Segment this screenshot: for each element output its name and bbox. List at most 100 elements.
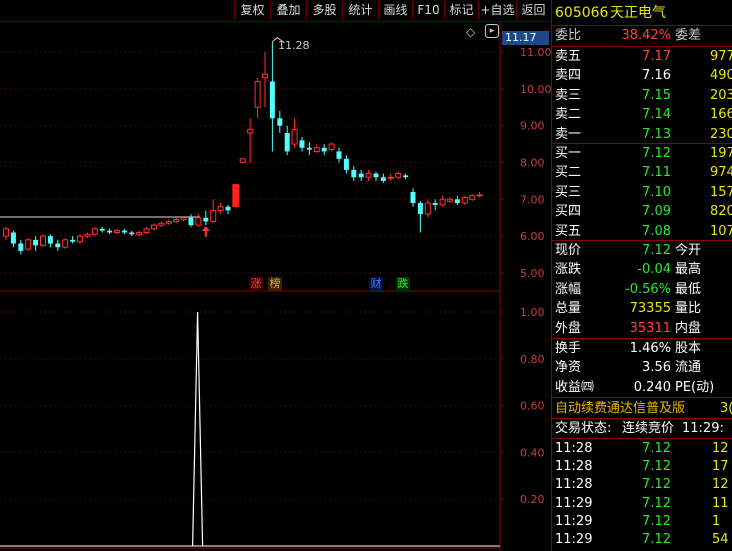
quote-value: -0.56%: [625, 281, 671, 297]
limit-down-marker[interactable]: 跌: [396, 277, 410, 291]
tick-row: 11:29 7.12 11: [552, 494, 732, 513]
ask-row[interactable]: 卖一 7.13 230: [552, 125, 732, 144]
quote-row: 现价 7.12 今开: [552, 241, 732, 260]
price-axis-label: 11.00: [520, 46, 551, 59]
tick-volume: 17: [712, 459, 729, 475]
ask-label: 卖一: [555, 126, 582, 142]
candle-body: [188, 217, 194, 226]
candle-body: [121, 230, 127, 233]
tick-time: 11:29: [555, 532, 593, 547]
price-axis-label: 7.00: [520, 193, 545, 206]
mark-button[interactable]: 标记: [444, 1, 478, 20]
indicator-axis-label: 0.80: [520, 353, 545, 366]
candle-body: [195, 217, 202, 226]
overlay-button[interactable]: 叠加: [270, 1, 306, 20]
bid-label: 买二: [555, 165, 582, 181]
tick-price: 7.12: [642, 532, 671, 547]
marker-text: 跌: [397, 277, 409, 290]
candle-body: [424, 202, 431, 215]
ask-price: 7.15: [642, 87, 671, 103]
ask-volume: 977: [710, 49, 732, 64]
back-button[interactable]: 返回: [516, 1, 550, 20]
tick-time: 11:29: [555, 495, 593, 511]
add-watchlist-button[interactable]: +自选: [478, 1, 516, 20]
candle-body: [70, 239, 76, 242]
ask-volume: 166: [710, 107, 732, 123]
quote-row: 涨幅 -0.56% 最低: [552, 280, 732, 299]
candle-body: [269, 81, 275, 119]
quote-label: 涨幅: [555, 281, 582, 297]
candle-body: [403, 175, 409, 178]
candle-body: [461, 196, 468, 204]
candle-body: [136, 231, 143, 235]
quote-row: 涨跌 -0.04 最高: [552, 260, 732, 279]
high-price-label: 11.28: [278, 39, 310, 52]
kline-chart[interactable]: 11.00 10.00 9.00 8.00 7.00 6.00 5.00 1.00 0.80 0.…: [0, 0, 551, 551]
marker-text: 涨: [250, 277, 262, 290]
bid-volume: 1576: [710, 184, 732, 200]
candle-body: [91, 228, 98, 235]
ask-row[interactable]: 卖五 7.17 977: [552, 47, 732, 66]
tick-time: 11:29: [555, 513, 593, 529]
candle-body: [84, 233, 91, 237]
ask-price: 7.17: [642, 49, 671, 64]
bid-row[interactable]: 买五 7.08 1077: [552, 222, 732, 241]
ratio-label: 委比: [555, 28, 582, 43]
ask-row[interactable]: 卖三 7.15 203: [552, 86, 732, 105]
indicator-axis-label: 0.60: [520, 400, 545, 413]
tick-price: 7.12: [642, 495, 671, 511]
bid-volume: 820: [710, 204, 732, 220]
tick-time: 11:28: [555, 477, 593, 493]
multi-stock-button[interactable]: 多股: [306, 1, 342, 20]
order-ratio-row: 委比 38.42% 委差: [552, 26, 732, 45]
bid-price: 7.11: [642, 165, 671, 181]
ratio-value: 38.42%: [621, 28, 671, 43]
candle-body: [439, 198, 446, 206]
draw-line-button[interactable]: 画线: [378, 1, 412, 20]
candle-body: [284, 133, 290, 152]
bid-row[interactable]: 买二 7.11 974: [552, 163, 732, 182]
ask-row[interactable]: 卖二 7.14 166: [552, 105, 732, 124]
trade-status-label: 交易状态:: [555, 421, 612, 436]
tick-time: 11:28: [555, 459, 593, 475]
current-price-tag: 11.17: [502, 31, 549, 45]
trade-status-row: 交易状态: 连续竞价 11:29:: [552, 419, 732, 438]
bid-row[interactable]: 买一 7.12 197: [552, 144, 732, 163]
candle-body: [180, 217, 187, 221]
candle-body: [25, 239, 32, 250]
candle-body: [454, 199, 460, 204]
stock-code: 605066: [555, 5, 609, 21]
candle-body: [99, 228, 105, 231]
fundamental-value: 0.240: [633, 379, 671, 395]
candle-body: [373, 173, 379, 178]
f10-button[interactable]: F10: [412, 1, 444, 20]
candle-body: [476, 194, 483, 197]
ranking-marker[interactable]: 榜: [268, 277, 282, 291]
restore-rights-button[interactable]: 复权: [234, 1, 270, 20]
limit-up-marker[interactable]: 涨: [249, 277, 263, 291]
ask-label: 卖三: [555, 87, 582, 103]
ask-row[interactable]: 卖四 7.16 490: [552, 66, 732, 85]
finance-marker[interactable]: 财: [369, 277, 383, 291]
bid-row[interactable]: 买三 7.10 1576: [552, 183, 732, 202]
quote-value: -0.04: [637, 262, 671, 278]
collapse-icon[interactable]: ▸: [485, 24, 499, 38]
tick-price: 7.12: [642, 477, 671, 493]
candle-body: [469, 195, 476, 200]
candle-body: [165, 220, 172, 224]
quote-panel: 605066 天正电气 委比 38.42% 委差 卖五 7.17 977 卖四 …: [551, 0, 732, 551]
candle-body: [114, 230, 120, 233]
candle-body: [10, 232, 16, 244]
diamond-icon[interactable]: ◇: [466, 25, 475, 39]
fundamental-label: 换手: [555, 341, 582, 356]
tick-price: 7.12: [642, 441, 671, 456]
statistics-button[interactable]: 统计: [342, 1, 378, 20]
candle-body: [173, 219, 180, 222]
candle-body: [3, 228, 9, 237]
news-ticker[interactable]: 自动续费通达信普及版 3(: [552, 399, 732, 418]
quote-label2: 最低: [675, 281, 702, 297]
bid-label: 买一: [555, 146, 582, 161]
bid-row[interactable]: 买四 7.09 820: [552, 202, 732, 221]
ask-label: 卖四: [555, 68, 582, 84]
ask-price: 7.13: [642, 126, 671, 142]
